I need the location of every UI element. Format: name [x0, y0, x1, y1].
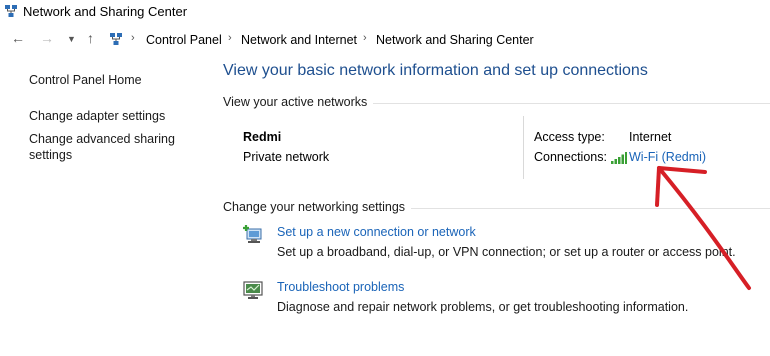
breadcrumb-network-and-sharing-center[interactable]: Network and Sharing Center [376, 33, 534, 47]
divider [523, 116, 524, 179]
chevron-right-icon[interactable]: › [131, 32, 135, 44]
troubleshoot-icon [243, 281, 263, 299]
sidebar-item-control-panel-home[interactable]: Control Panel Home [29, 72, 142, 88]
back-arrow-icon[interactable]: ← [11, 30, 25, 46]
networking-settings-title: Change your networking settings [223, 200, 412, 214]
wifi-signal-icon [611, 152, 627, 164]
setup-new-connection-link[interactable]: Set up a new connection or network [277, 225, 476, 239]
new-connection-icon [243, 225, 262, 243]
chevron-right-icon[interactable]: › [363, 32, 367, 44]
chevron-down-icon[interactable]: ▼ [67, 34, 76, 44]
sidebar-item-change-adapter-settings[interactable]: Change adapter settings [29, 108, 165, 124]
sidebar-item-change-advanced-sharing-settings[interactable]: Change advanced sharing settings [29, 131, 179, 163]
breadcrumb-network-and-internet[interactable]: Network and Internet [241, 33, 357, 47]
troubleshoot-problems-link[interactable]: Troubleshoot problems [277, 280, 404, 294]
network-type[interactable]: Private network [243, 150, 329, 164]
troubleshoot-problems-description: Diagnose and repair network problems, or… [277, 300, 689, 314]
forward-arrow-icon[interactable]: → [40, 30, 54, 46]
access-type-value: Internet [629, 130, 672, 144]
annotation-arrow-icon [655, 166, 751, 290]
connections-label: Connections: [534, 150, 607, 164]
access-type-label: Access type: [534, 130, 605, 144]
up-arrow-icon[interactable]: ↑ [87, 30, 94, 46]
breadcrumb-control-panel[interactable]: Control Panel [146, 33, 222, 47]
address-bar: ← → ▼ ↑ › Control Panel › Network and In… [0, 27, 770, 53]
active-networks-title: View your active networks [223, 95, 374, 109]
page-title: View your basic network information and … [223, 62, 648, 79]
chevron-right-icon[interactable]: › [228, 32, 232, 44]
title-bar: Network and Sharing Center [0, 0, 770, 24]
network-center-icon [5, 5, 17, 17]
network-name: Redmi [243, 130, 282, 144]
network-center-icon [110, 33, 122, 45]
window-title: Network and Sharing Center [23, 4, 188, 19]
